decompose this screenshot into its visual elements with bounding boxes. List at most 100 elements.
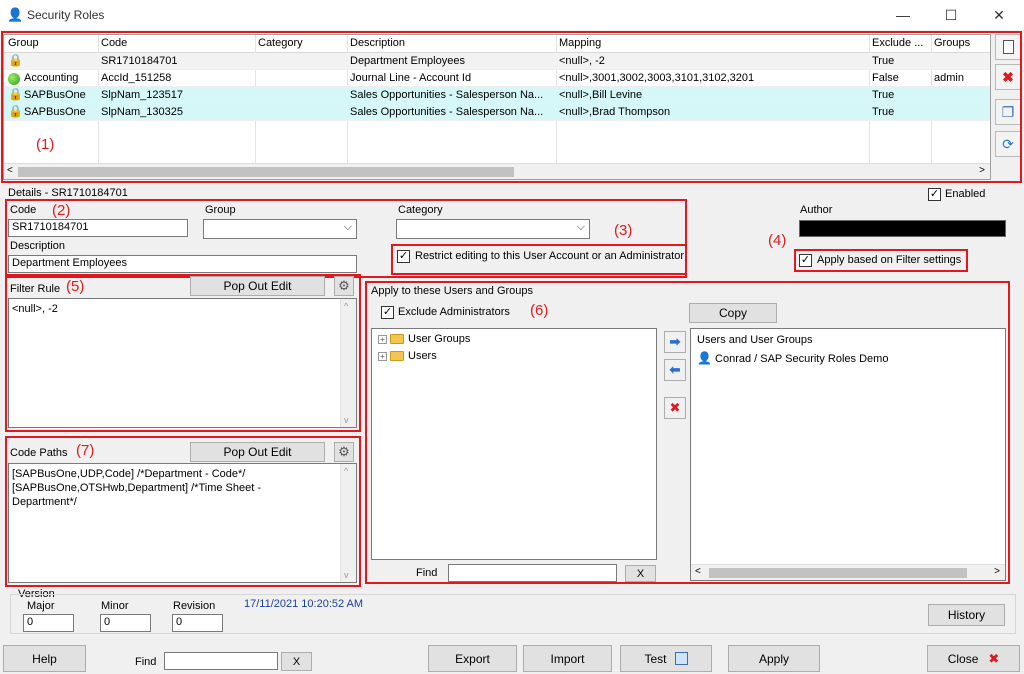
codepaths-vscrollbar[interactable]: ^ v [340, 464, 356, 582]
revision-field[interactable]: 0 [172, 614, 223, 632]
category-select[interactable]: ⌵ [396, 219, 590, 239]
tree-item-user-groups[interactable]: + User Groups [378, 333, 470, 345]
clear-list-button[interactable]: ✖ [664, 397, 686, 419]
folder-icon [390, 334, 404, 345]
arrow-left-icon: ⬅ [669, 362, 681, 377]
apply-button[interactable]: Apply [728, 645, 820, 672]
close-button[interactable]: Close ✖ [927, 645, 1020, 672]
table-row[interactable]: 🔒 SAPBusOne SlpNam_123517 Sales Opportun… [4, 87, 990, 104]
scroll-right-icon[interactable]: > [979, 165, 985, 176]
lock-icon: 🔒 [8, 87, 23, 101]
col-mapping[interactable]: Mapping [559, 37, 601, 49]
user-icon: 👤 [697, 351, 712, 365]
filter-rule-label: Filter Rule [10, 283, 61, 295]
code-paths-label: Code Paths [10, 447, 68, 459]
group-select[interactable]: ⌵ [203, 219, 357, 239]
delete-x-icon: ✖ [669, 400, 681, 415]
table-row[interactable]: Accounting AccId_151258 Journal Line - A… [4, 70, 990, 87]
footer-find-clear-button[interactable]: X [281, 652, 312, 671]
filter-rule-textarea[interactable]: <null>, -2 ^ v [8, 298, 357, 428]
apply-find-input[interactable] [448, 564, 617, 582]
col-groups[interactable]: Groups [934, 37, 970, 49]
table-row[interactable]: 🔒 SR1710184701 Department Employees <nul… [4, 53, 990, 70]
copy-icon: ❐ [1001, 103, 1015, 120]
exclude-admins-checkbox[interactable]: ✓ [381, 306, 394, 319]
folder-icon [390, 351, 404, 362]
add-to-list-button[interactable]: ➡ [664, 331, 686, 353]
minimize-button[interactable]: — [880, 3, 926, 27]
filter-settings-gear-icon[interactable]: ⚙ [334, 276, 354, 296]
enabled-label: Enabled [945, 188, 986, 200]
selected-users-hscrollbar[interactable]: < > [691, 564, 1005, 580]
scroll-thumb[interactable] [18, 167, 514, 177]
scroll-left-icon[interactable]: < [695, 566, 701, 577]
selected-users-panel[interactable]: Users and User Groups 👤 Conrad / SAP Sec… [690, 328, 1006, 581]
status-green-icon [8, 73, 20, 85]
scroll-left-icon[interactable]: < [7, 165, 13, 176]
category-label: Category [398, 204, 443, 216]
lock-icon: 🔒 [8, 104, 23, 118]
apply-filter-checkbox[interactable]: ✓ [799, 254, 812, 267]
selected-users-header: Users and User Groups [697, 334, 813, 346]
expand-icon[interactable]: + [378, 351, 387, 361]
major-field[interactable]: 0 [23, 614, 74, 632]
col-code[interactable]: Code [101, 37, 127, 49]
major-label: Major [27, 600, 55, 612]
apply-find-clear-button[interactable]: X [625, 565, 656, 582]
restrict-editing-checkbox[interactable]: ✓ [397, 250, 410, 263]
test-button[interactable]: Test [620, 645, 712, 672]
col-description[interactable]: Description [350, 37, 405, 49]
col-group[interactable]: Group [8, 37, 39, 49]
filter-popout-button[interactable]: Pop Out Edit [190, 276, 325, 296]
codepaths-settings-gear-icon[interactable]: ⚙ [334, 442, 354, 462]
copy-role-button[interactable]: ❐ [995, 99, 1021, 125]
expand-icon[interactable]: + [378, 334, 387, 344]
new-document-button[interactable] [995, 34, 1021, 60]
history-button[interactable]: History [928, 604, 1005, 626]
annotation-6: (6) [530, 302, 549, 319]
description-field[interactable]: Department Employees [8, 255, 357, 273]
import-button[interactable]: Import [523, 645, 612, 672]
table-row[interactable]: 🔒 SAPBusOne SlpNam_130325 Sales Opportun… [4, 104, 990, 121]
apply-find-label: Find [416, 567, 438, 579]
list-item[interactable]: 👤 Conrad / SAP Security Roles Demo [697, 351, 888, 365]
maximize-button[interactable]: ☐ [928, 3, 974, 27]
user-tree-panel[interactable]: + User Groups + Users [371, 328, 657, 560]
roles-grid[interactable]: Group Code Category Description Mapping … [3, 34, 991, 180]
annotation-5: (5) [66, 278, 85, 295]
minor-label: Minor [101, 600, 129, 612]
version-groupbox [10, 594, 1016, 634]
footer-find-label: Find [135, 656, 157, 668]
help-button[interactable]: Help [3, 645, 86, 672]
description-label: Description [10, 240, 66, 252]
annotation-7: (7) [76, 442, 95, 459]
scroll-thumb[interactable] [709, 568, 967, 578]
copy-button[interactable]: Copy [689, 303, 777, 323]
code-label: Code [10, 204, 37, 216]
annotation-1: (1) [36, 136, 55, 153]
filter-vscrollbar[interactable]: ^ v [340, 299, 356, 427]
app-icon: 👤 [7, 7, 24, 22]
exclude-admins-label: Exclude Administrators [398, 306, 510, 318]
enabled-checkbox[interactable]: ✓ [928, 188, 941, 201]
code-field[interactable]: SR1710184701 [8, 219, 188, 237]
col-category[interactable]: Category [258, 37, 303, 49]
arrow-right-icon: ➡ [669, 334, 681, 349]
codepaths-popout-button[interactable]: Pop Out Edit [190, 442, 325, 462]
code-paths-textarea[interactable]: [SAPBusOne,UDP,Code] /*Department - Code… [8, 463, 357, 583]
chevron-down-icon: ⌵ [576, 221, 585, 233]
details-header: Details - SR1710184701 [8, 187, 128, 199]
delete-button[interactable]: ✖ [995, 64, 1021, 90]
export-button[interactable]: Export [428, 645, 517, 672]
tree-item-users[interactable]: + Users [378, 350, 437, 362]
window-title: Security Roles [27, 8, 105, 22]
remove-from-list-button[interactable]: ⬅ [664, 359, 686, 381]
footer-find-input[interactable] [164, 652, 278, 670]
close-window-button[interactable]: ✕ [976, 3, 1022, 27]
minor-field[interactable]: 0 [100, 614, 151, 632]
delete-x-icon: ✖ [1002, 68, 1014, 85]
refresh-button[interactable]: ⟳ [995, 131, 1021, 157]
scroll-right-icon[interactable]: > [994, 566, 1000, 577]
col-exclude[interactable]: Exclude ... [872, 37, 923, 49]
grid-hscrollbar[interactable]: < > [4, 163, 990, 179]
